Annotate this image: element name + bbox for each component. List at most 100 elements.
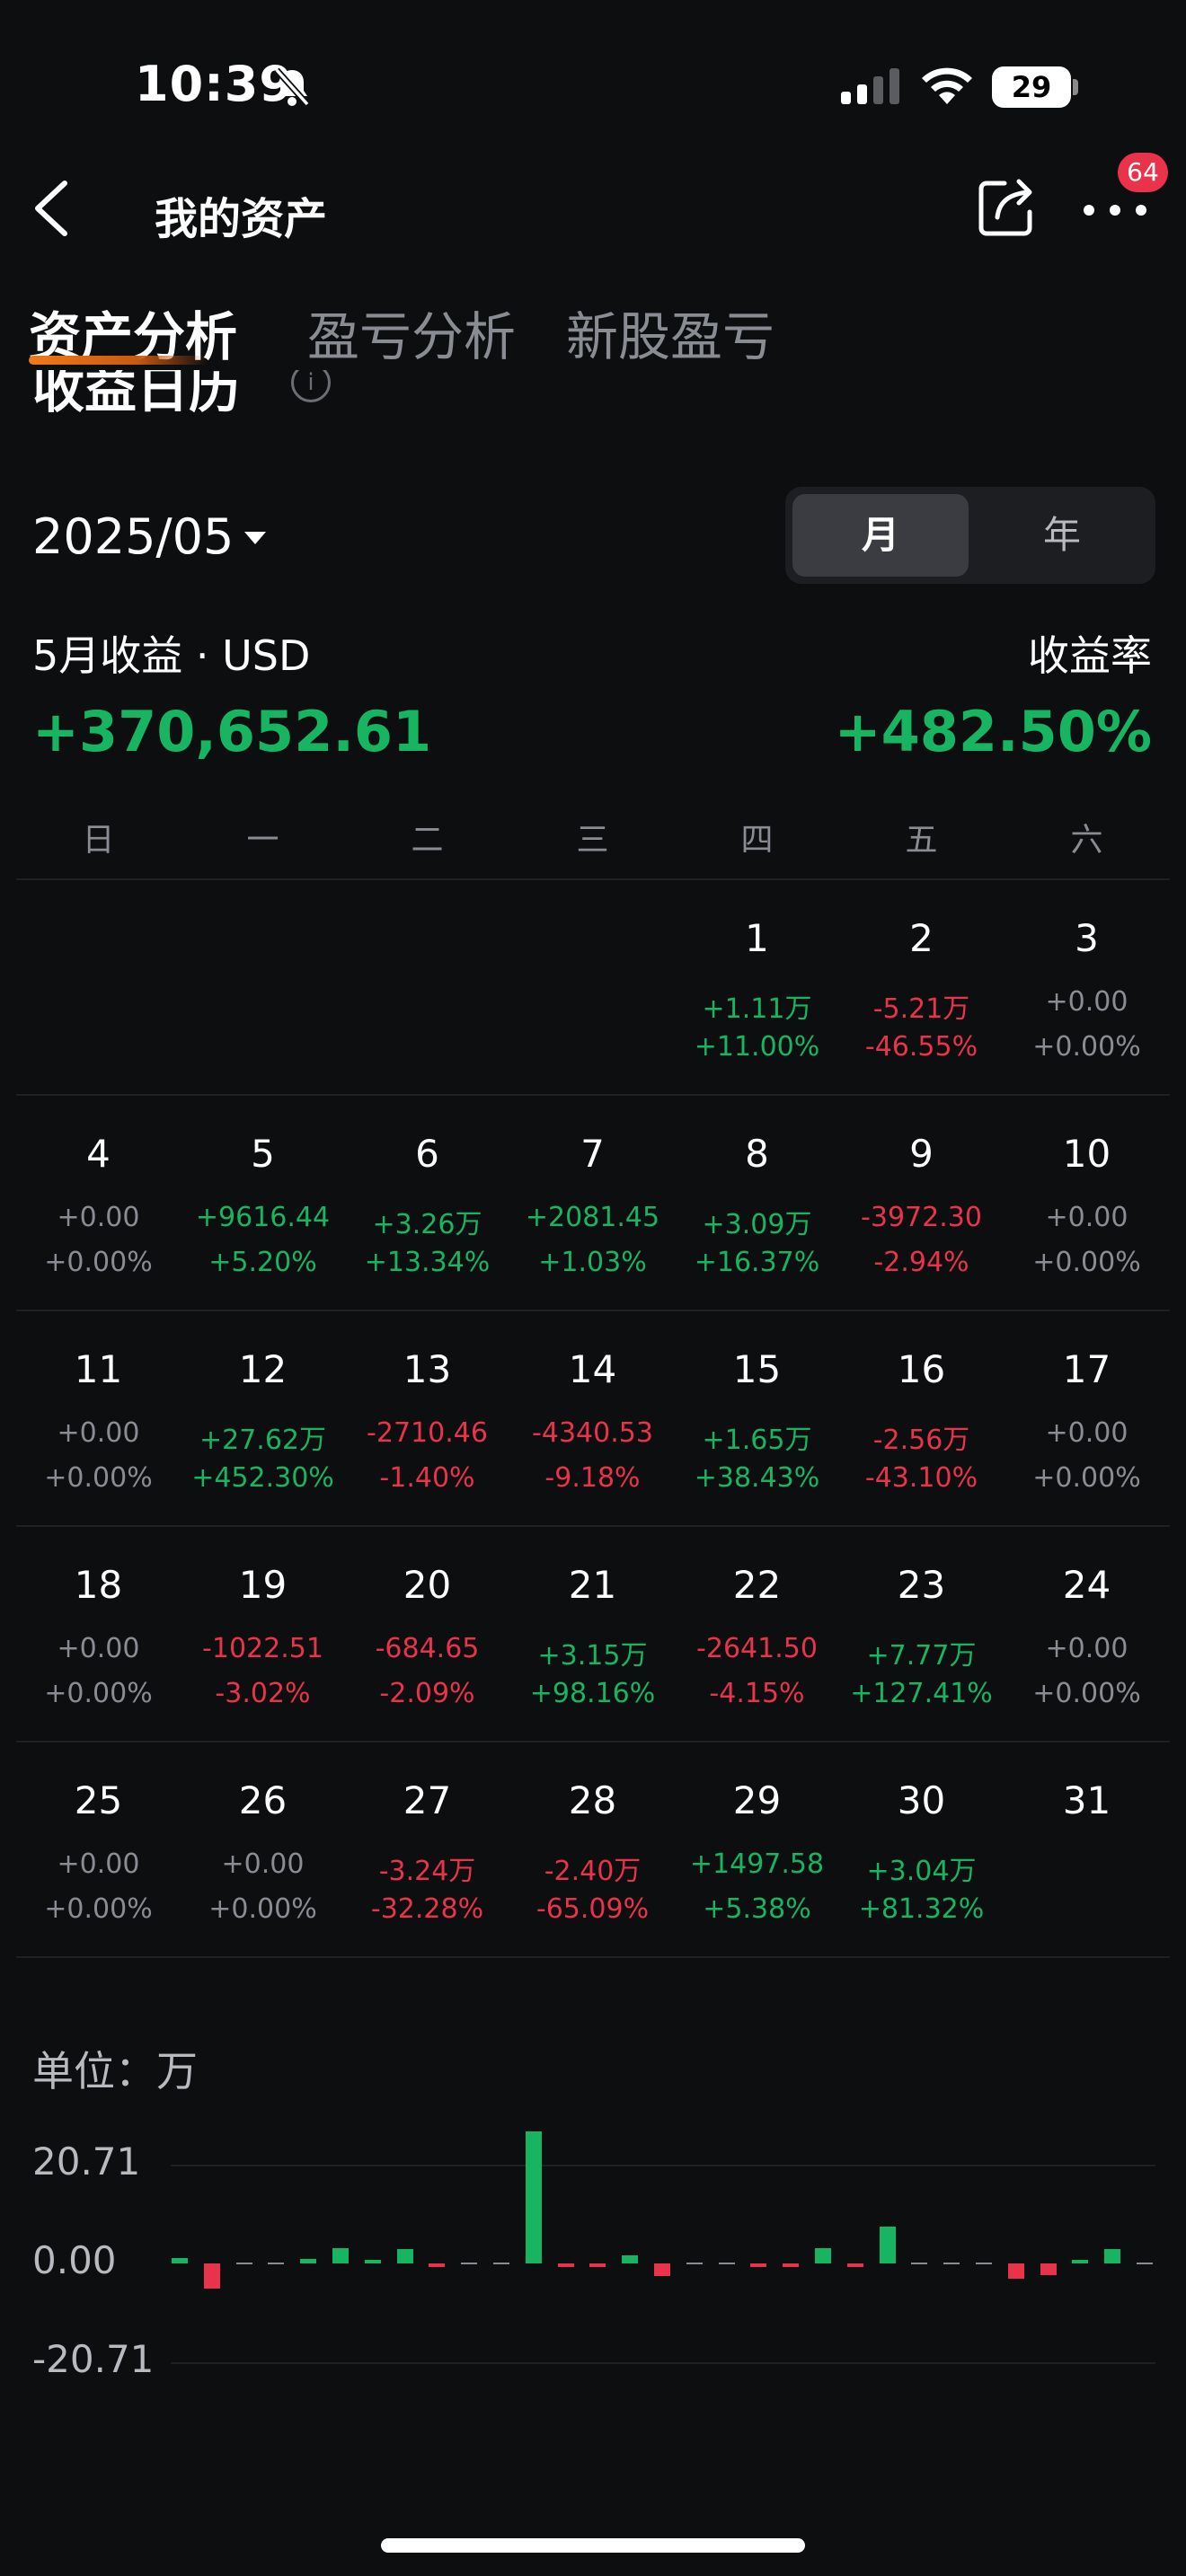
calendar-day[interactable]: 1 +1.11万 +11.00%	[675, 882, 839, 1098]
caret-down-icon[interactable]	[244, 532, 266, 544]
calendar-day[interactable]: 14 -4340.53 -9.18%	[510, 1313, 675, 1529]
chart-bar	[172, 2258, 188, 2263]
return-label: 5月收益 · USD	[32, 631, 311, 680]
day-pnl: -4340.53	[532, 1417, 653, 1449]
day-number: 23	[897, 1563, 946, 1607]
day-pnl: +9616.44	[195, 1202, 331, 1233]
calendar-day[interactable]: 15 +1.65万 +38.43%	[675, 1313, 839, 1529]
y-tick-label: 20.71	[32, 2139, 141, 2183]
day-number: 3	[1075, 916, 1099, 960]
chart-bar	[718, 2263, 735, 2264]
day-number: 31	[1062, 1778, 1111, 1822]
calendar-day[interactable]: 8 +3.09万 +16.37%	[675, 1098, 839, 1313]
calendar-day[interactable]: 10 +0.00 +0.00%	[1005, 1098, 1169, 1313]
day-pnl-percent: +0.00%	[1032, 1031, 1141, 1063]
more-menu-icon[interactable]	[1080, 190, 1150, 226]
day-pnl: -2.40万	[544, 1856, 642, 1887]
day-number: 21	[568, 1563, 617, 1607]
day-pnl: -2641.50	[696, 1633, 818, 1664]
calendar-day[interactable]: 19 -1022.51 -3.02%	[181, 1529, 345, 1744]
day-pnl-percent: +1.03%	[538, 1247, 647, 1278]
day-pnl-percent: +0.00%	[208, 1893, 317, 1925]
divider	[16, 1094, 1170, 1096]
calendar-day[interactable]: 16 -2.56万 -43.10%	[839, 1313, 1004, 1529]
chart-bar	[396, 2248, 413, 2263]
calendar-day[interactable]: 27 -3.24万 -32.28%	[345, 1744, 509, 1960]
calendar-day[interactable]: 25 +0.00 +0.00%	[16, 1744, 181, 1960]
day-pnl-percent: -3.02%	[215, 1678, 311, 1709]
day-pnl-percent: -1.40%	[379, 1462, 475, 1494]
calendar-day[interactable]: 18 +0.00 +0.00%	[16, 1529, 181, 1744]
tab-ipo-pnl[interactable]: 新股盈亏	[566, 295, 774, 370]
calendar-day[interactable]: 22 -2641.50 -4.15%	[675, 1529, 839, 1744]
calendar-day[interactable]: 4 +0.00 +0.00%	[16, 1098, 181, 1313]
chart-bar	[1040, 2263, 1057, 2275]
period-toggle: 月 年	[785, 487, 1155, 584]
section-header: 收益日历 i	[0, 370, 1186, 431]
day-pnl-percent: +5.20%	[208, 1247, 317, 1278]
chart-bar	[557, 2263, 574, 2267]
battery-level: 29	[1011, 70, 1052, 104]
calendar-day[interactable]: 2 -5.21万 -46.55%	[839, 882, 1004, 1098]
day-number: 28	[568, 1778, 617, 1822]
calendar-day[interactable]: 6 +3.26万 +13.34%	[345, 1098, 509, 1313]
gridline	[171, 2165, 1155, 2166]
day-pnl: -3.24万	[378, 1856, 476, 1887]
toggle-year[interactable]: 年	[976, 494, 1148, 577]
back-icon[interactable]	[25, 176, 79, 241]
day-pnl: -2.56万	[872, 1425, 970, 1456]
month-selector[interactable]: 2025/05	[32, 508, 234, 565]
weekday-header: 日 一 二 三 四 五 六	[16, 814, 1170, 878]
day-pnl: -2710.46	[367, 1417, 488, 1449]
day-number: 24	[1062, 1563, 1111, 1607]
day-pnl: +0.00	[57, 1848, 140, 1880]
calendar-day[interactable]: 3 +0.00 +0.00%	[1005, 882, 1169, 1098]
calendar-day[interactable]: 11 +0.00 +0.00%	[16, 1313, 181, 1529]
day-pnl: -5.21万	[872, 993, 970, 1025]
day-pnl-percent: -43.10%	[864, 1462, 978, 1494]
status-bar: 10:39 29	[0, 0, 1186, 171]
calendar-day[interactable]: 7 +2081.45 +1.03%	[510, 1098, 675, 1313]
chart-bar	[300, 2258, 317, 2263]
toggle-month[interactable]: 月	[792, 494, 969, 577]
weekday-sun: 日	[82, 822, 115, 859]
chart-bar	[654, 2263, 670, 2276]
weekday-tue: 二	[411, 822, 444, 859]
calendar-day[interactable]: 31	[1005, 1744, 1169, 1960]
page-title: 我的资产	[155, 194, 328, 244]
calendar-day[interactable]: 12 +27.62万 +452.30%	[181, 1313, 345, 1529]
calendar-day[interactable]: 28 -2.40万 -65.09%	[510, 1744, 675, 1960]
day-pnl: +3.04万	[866, 1856, 977, 1887]
chart-bar	[911, 2263, 928, 2264]
chart-bar	[1007, 2263, 1024, 2280]
day-number: 25	[74, 1778, 123, 1822]
calendar-day[interactable]: 5 +9616.44 +5.20%	[181, 1098, 345, 1313]
calendar-day[interactable]: 23 +7.77万 +127.41%	[839, 1529, 1004, 1744]
calendar-day[interactable]: 13 -2710.46 -1.40%	[345, 1313, 509, 1529]
day-pnl: +7.77万	[866, 1640, 977, 1672]
chart-bar	[235, 2263, 252, 2264]
calendar-day[interactable]: 30 +3.04万 +81.32%	[839, 1744, 1004, 1960]
day-pnl: +0.00	[57, 1633, 140, 1664]
day-pnl-percent: +452.30%	[191, 1462, 334, 1494]
calendar-day[interactable]: 9 -3972.30 -2.94%	[839, 1098, 1004, 1313]
info-icon[interactable]: i	[291, 370, 331, 402]
calendar-day[interactable]: 17 +0.00 +0.00%	[1005, 1313, 1169, 1529]
calendar-day[interactable]: 26 +0.00 +0.00%	[181, 1744, 345, 1960]
calendar-day[interactable]: 21 +3.15万 +98.16%	[510, 1529, 675, 1744]
day-number: 29	[732, 1778, 782, 1822]
calendar-day[interactable]: 24 +0.00 +0.00%	[1005, 1529, 1169, 1744]
calendar-day[interactable]: 29 +1497.58 +5.38%	[675, 1744, 839, 1960]
chart-bar	[364, 2260, 381, 2263]
weekday-thu: 四	[740, 822, 774, 859]
wifi-icon	[922, 67, 972, 104]
day-pnl-percent: +81.32%	[858, 1893, 985, 1925]
tab-pnl-analysis[interactable]: 盈亏分析	[307, 295, 516, 370]
day-number: 10	[1062, 1132, 1111, 1176]
day-pnl: +0.00	[1045, 1417, 1128, 1449]
share-icon[interactable]	[974, 172, 1039, 239]
calendar-day[interactable]: 20 -684.65 -2.09%	[345, 1529, 509, 1744]
y-tick-label: -20.71	[32, 2337, 155, 2381]
y-tick-label: 0.00	[32, 2238, 117, 2282]
chart-bar	[1072, 2260, 1089, 2263]
